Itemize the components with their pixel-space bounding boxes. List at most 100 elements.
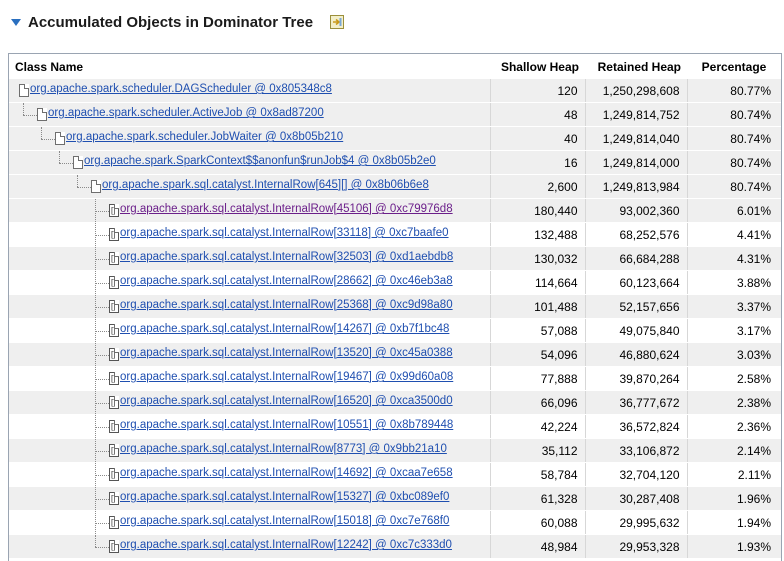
shallow-heap-cell: 57,088 bbox=[489, 318, 585, 343]
object-link[interactable]: org.apache.spark.sql.catalyst.InternalRo… bbox=[120, 347, 453, 359]
table-row[interactable]: org.apache.spark.scheduler.DAGScheduler … bbox=[9, 79, 781, 103]
object-link[interactable]: org.apache.spark.sql.catalyst.InternalRo… bbox=[120, 299, 453, 311]
table-row[interactable]: [] org.apache.spark.sql.catalyst.Internal… bbox=[9, 414, 781, 439]
object-link[interactable]: org.apache.spark.sql.catalyst.InternalRo… bbox=[120, 275, 453, 287]
object-icon bbox=[37, 108, 47, 121]
percentage-cell: 80.74% bbox=[686, 174, 781, 199]
export-icon[interactable] bbox=[330, 15, 344, 29]
class-name-cell: [] org.apache.spark.sql.catalyst.Internal… bbox=[9, 246, 490, 271]
retained-heap-cell: 33,106,872 bbox=[584, 438, 687, 463]
object-icon bbox=[73, 156, 83, 169]
array-object-icon: [] bbox=[109, 324, 119, 337]
table-row[interactable]: [] org.apache.spark.sql.catalyst.Internal… bbox=[9, 222, 781, 247]
column-header-shallow-heap[interactable]: Shallow Heap bbox=[490, 54, 585, 79]
tree-connector-line bbox=[95, 211, 109, 212]
shallow-heap-cell: 120 bbox=[489, 79, 585, 103]
object-link[interactable]: org.apache.spark.sql.catalyst.InternalRo… bbox=[120, 515, 449, 527]
section-title: Accumulated Objects in Dominator Tree bbox=[28, 14, 314, 31]
retained-heap-cell: 36,777,672 bbox=[584, 390, 687, 415]
column-header-retained-heap[interactable]: Retained Heap bbox=[585, 54, 687, 79]
class-name-cell: [] org.apache.spark.sql.catalyst.Internal… bbox=[9, 462, 490, 487]
object-link[interactable]: org.apache.spark.scheduler.ActiveJob @ 0… bbox=[48, 107, 324, 119]
object-link[interactable]: org.apache.spark.sql.catalyst.InternalRo… bbox=[120, 371, 453, 383]
tree-connector-line bbox=[23, 103, 24, 115]
shallow-heap-cell: 42,224 bbox=[489, 414, 585, 439]
table-row[interactable]: [] org.apache.spark.sql.catalyst.Internal… bbox=[9, 318, 781, 343]
shallow-heap-cell: 35,112 bbox=[489, 438, 585, 463]
object-link[interactable]: org.apache.spark.sql.catalyst.InternalRo… bbox=[120, 395, 453, 407]
table-row[interactable]: [] org.apache.spark.sql.catalyst.Internal… bbox=[9, 462, 781, 487]
object-icon bbox=[19, 84, 29, 97]
object-link[interactable]: org.apache.spark.sql.catalyst.InternalRo… bbox=[120, 491, 449, 503]
object-link[interactable]: org.apache.spark.sql.catalyst.InternalRo… bbox=[120, 443, 447, 455]
table-row[interactable]: org.apache.spark.SparkContext$$anonfun$r… bbox=[9, 150, 781, 175]
table-row[interactable]: org.apache.spark.sql.catalyst.InternalRo… bbox=[9, 174, 781, 199]
table-row[interactable]: org.apache.spark.scheduler.JobWaiter @ 0… bbox=[9, 126, 781, 151]
retained-heap-cell: 32,704,120 bbox=[584, 462, 687, 487]
object-link[interactable]: org.apache.spark.sql.catalyst.InternalRo… bbox=[120, 227, 449, 239]
table-row[interactable]: [] org.apache.spark.sql.catalyst.Internal… bbox=[9, 294, 781, 319]
object-link[interactable]: org.apache.spark.sql.catalyst.InternalRo… bbox=[120, 203, 453, 215]
section-header: Accumulated Objects in Dominator Tree bbox=[0, 0, 784, 44]
object-icon bbox=[55, 132, 65, 145]
object-link[interactable]: org.apache.spark.sql.catalyst.InternalRo… bbox=[120, 467, 453, 479]
object-link[interactable]: org.apache.spark.SparkContext$$anonfun$r… bbox=[84, 155, 436, 167]
percentage-cell: 2.11% bbox=[686, 462, 781, 487]
object-link[interactable]: org.apache.spark.sql.catalyst.InternalRo… bbox=[120, 323, 449, 335]
retained-heap-cell: 1,249,814,000 bbox=[584, 150, 687, 175]
tree-connector-line bbox=[95, 283, 109, 284]
retained-heap-cell: 66,684,288 bbox=[584, 246, 687, 271]
tree-connector-line bbox=[95, 535, 96, 547]
retained-heap-cell: 29,953,328 bbox=[584, 534, 687, 559]
tree-connector-line bbox=[95, 259, 109, 260]
table-row[interactable]: [] org.apache.spark.sql.catalyst.Internal… bbox=[9, 246, 781, 271]
class-name-cell: [] org.apache.spark.sql.catalyst.Internal… bbox=[9, 342, 490, 367]
column-header-percentage[interactable]: Percentage bbox=[687, 54, 781, 79]
shallow-heap-cell: 40 bbox=[489, 126, 585, 151]
table-row[interactable]: [] org.apache.spark.sql.catalyst.Internal… bbox=[9, 198, 781, 223]
table-row[interactable]: [] org.apache.spark.sql.catalyst.Internal… bbox=[9, 486, 781, 511]
retained-heap-cell: 29,995,632 bbox=[584, 510, 687, 535]
percentage-cell: 2.58% bbox=[686, 366, 781, 391]
retained-heap-cell: 1,249,814,040 bbox=[584, 126, 687, 151]
tree-connector-line bbox=[95, 355, 109, 356]
percentage-cell: 1.94% bbox=[686, 510, 781, 535]
retained-heap-cell: 49,075,840 bbox=[584, 318, 687, 343]
array-object-icon: [] bbox=[109, 468, 119, 481]
dominator-tree-table: Class Name Shallow Heap Retained Heap Pe… bbox=[8, 53, 782, 561]
tree-connector-line bbox=[59, 151, 60, 163]
table-row[interactable]: [] org.apache.spark.sql.catalyst.Internal… bbox=[9, 510, 781, 535]
shallow-heap-cell: 58,784 bbox=[489, 462, 585, 487]
table-row[interactable]: [] org.apache.spark.sql.catalyst.Internal… bbox=[9, 534, 781, 559]
object-link[interactable]: org.apache.spark.scheduler.DAGScheduler … bbox=[30, 83, 332, 95]
tree-connector-line bbox=[95, 427, 109, 428]
object-link[interactable]: org.apache.spark.sql.catalyst.InternalRo… bbox=[120, 419, 453, 431]
shallow-heap-cell: 114,664 bbox=[489, 270, 585, 295]
table-row[interactable]: [] org.apache.spark.sql.catalyst.Internal… bbox=[9, 366, 781, 391]
class-name-cell: [] org.apache.spark.sql.catalyst.Internal… bbox=[9, 414, 490, 439]
class-name-cell: [] org.apache.spark.sql.catalyst.Internal… bbox=[9, 198, 490, 223]
table-row[interactable]: [] org.apache.spark.sql.catalyst.Internal… bbox=[9, 342, 781, 367]
object-link[interactable]: org.apache.spark.sql.catalyst.InternalRo… bbox=[120, 539, 452, 551]
tree-connector-line bbox=[41, 139, 55, 140]
collapse-triangle-icon[interactable] bbox=[11, 19, 21, 26]
percentage-cell: 3.37% bbox=[686, 294, 781, 319]
column-header-class-name[interactable]: Class Name bbox=[9, 54, 490, 79]
table-row[interactable]: [] org.apache.spark.sql.catalyst.Internal… bbox=[9, 270, 781, 295]
array-object-icon: [] bbox=[109, 204, 119, 217]
shallow-heap-cell: 130,032 bbox=[489, 246, 585, 271]
shallow-heap-cell: 54,096 bbox=[489, 342, 585, 367]
class-name-cell: org.apache.spark.scheduler.JobWaiter @ 0… bbox=[9, 126, 490, 151]
object-link[interactable]: org.apache.spark.scheduler.JobWaiter @ 0… bbox=[66, 131, 343, 143]
array-object-icon: [] bbox=[109, 300, 119, 313]
table-row[interactable]: [] org.apache.spark.sql.catalyst.Internal… bbox=[9, 438, 781, 463]
shallow-heap-cell: 77,888 bbox=[489, 366, 585, 391]
object-link[interactable]: org.apache.spark.sql.catalyst.InternalRo… bbox=[102, 179, 429, 191]
table-row[interactable]: [] org.apache.spark.sql.catalyst.Internal… bbox=[9, 390, 781, 415]
shallow-heap-cell: 2,600 bbox=[489, 174, 585, 199]
object-link[interactable]: org.apache.spark.sql.catalyst.InternalRo… bbox=[120, 251, 453, 263]
table-row[interactable]: org.apache.spark.scheduler.ActiveJob @ 0… bbox=[9, 102, 781, 127]
class-name-cell: [] org.apache.spark.sql.catalyst.Internal… bbox=[9, 318, 490, 343]
array-object-icon: [] bbox=[109, 540, 119, 553]
tree-connector-line bbox=[77, 175, 78, 187]
